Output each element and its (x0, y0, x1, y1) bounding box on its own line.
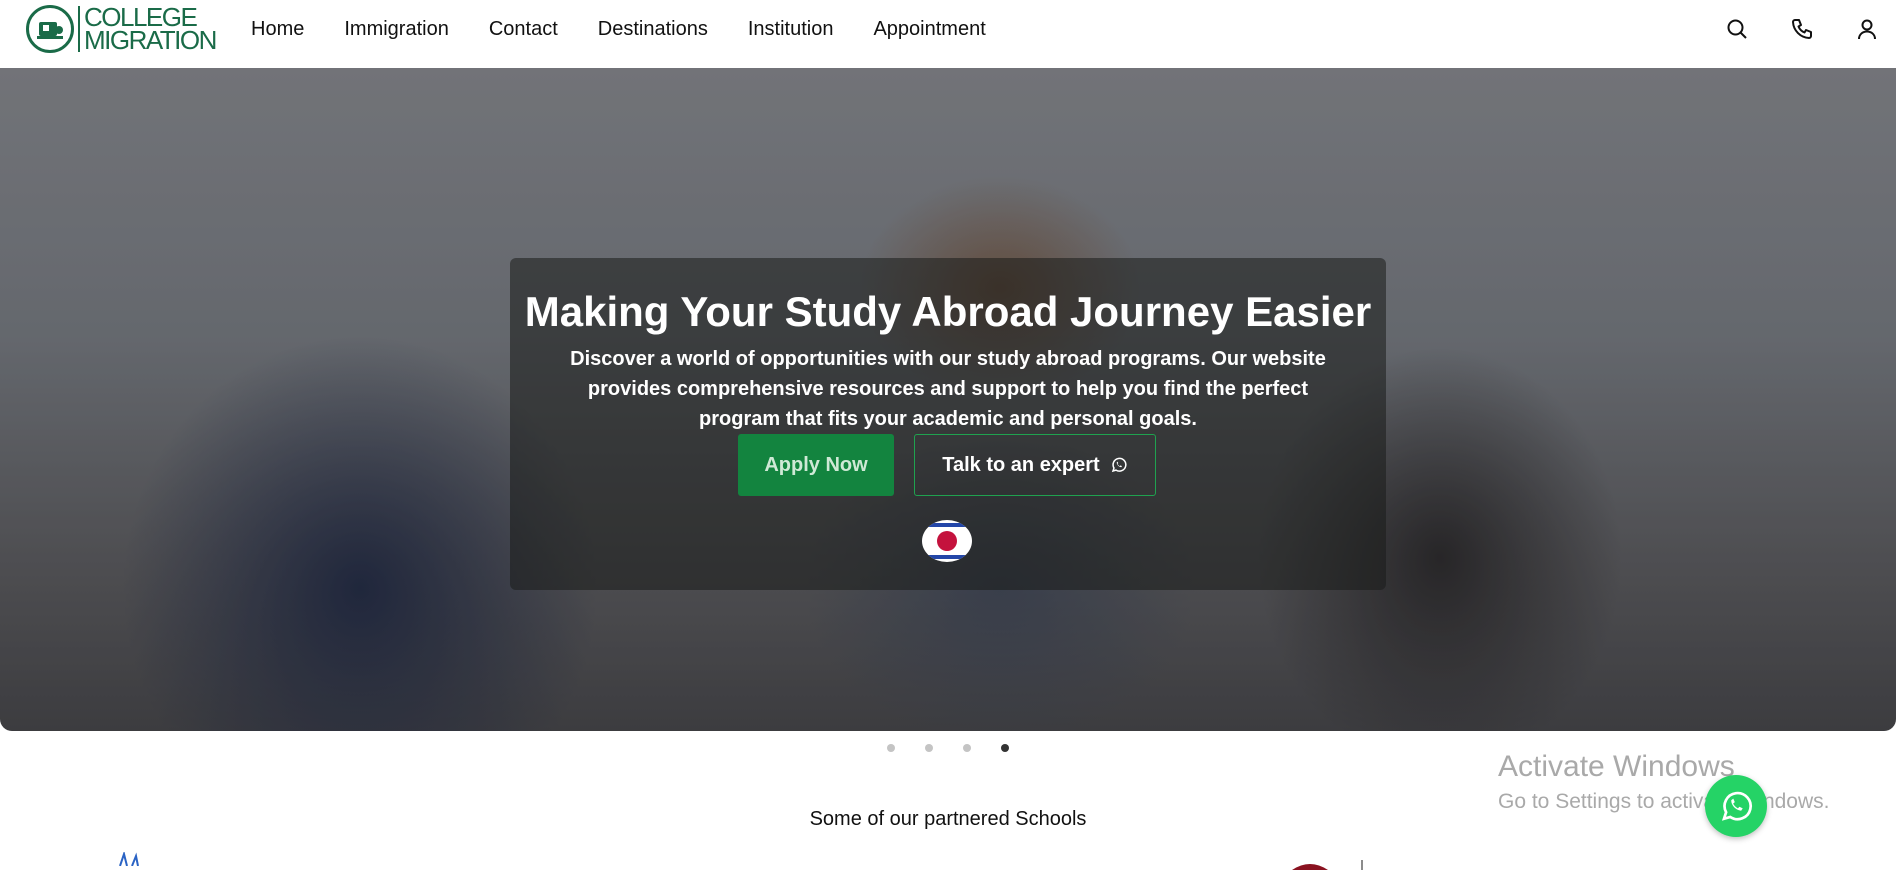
logo-line-2: MIGRATION (84, 25, 217, 55)
carousel-dot-2[interactable] (925, 744, 933, 752)
top-navbar: COLLEGE MIGRATION Home Immigration Conta… (0, 0, 1896, 68)
watermark-line-2: Go to Settings to activate Windows. (1498, 790, 1830, 813)
nav-destinations[interactable]: Destinations (598, 18, 708, 41)
apply-now-button[interactable]: Apply Now (738, 434, 894, 496)
nav-appointment[interactable]: Appointment (873, 18, 985, 41)
nav-institution[interactable]: Institution (748, 18, 834, 41)
main-nav: Home Immigration Contact Destinations In… (251, 0, 1026, 58)
hero-content-panel: Making Your Study Abroad Journey Easier … (510, 258, 1386, 590)
carousel-dot-4[interactable] (1001, 744, 1009, 752)
partner-school-logo (118, 850, 162, 867)
user-icon[interactable] (1853, 15, 1881, 43)
whatsapp-icon (1110, 456, 1128, 474)
nav-home[interactable]: Home (251, 18, 304, 41)
flag-emblem (937, 531, 957, 551)
watermark-line-1: Activate Windows (1498, 750, 1735, 783)
hero-description: Discover a world of opportunities with o… (570, 348, 1326, 430)
carousel-dot-1[interactable] (887, 744, 895, 752)
whatsapp-icon (1721, 791, 1752, 821)
carousel-indicators (887, 744, 1039, 752)
logo-emblem-icon (26, 5, 74, 53)
header-actions (1686, 0, 1896, 58)
whatsapp-chat-button[interactable] (1705, 775, 1767, 837)
logo-wordmark: COLLEGE MIGRATION (84, 4, 217, 55)
partner-school-logo (1290, 857, 1370, 870)
windows-activation-watermark: Activate Windows Go to Settings to activ… (1498, 750, 1830, 814)
carousel-dot-3[interactable] (963, 744, 971, 752)
nav-immigration[interactable]: Immigration (344, 18, 448, 41)
hero-banner: Making Your Study Abroad Journey Easier … (0, 68, 1896, 731)
logo-divider (78, 6, 80, 52)
nav-contact[interactable]: Contact (489, 18, 558, 41)
country-flag-icon[interactable] (922, 520, 972, 562)
search-icon[interactable] (1723, 15, 1751, 43)
hero-title: Making Your Study Abroad Journey Easier (524, 288, 1372, 335)
phone-icon[interactable] (1788, 15, 1816, 43)
talk-to-expert-label: Talk to an expert (942, 453, 1100, 476)
talk-to-expert-button[interactable]: Talk to an expert (914, 434, 1156, 496)
site-logo[interactable]: COLLEGE MIGRATION (26, 3, 217, 55)
